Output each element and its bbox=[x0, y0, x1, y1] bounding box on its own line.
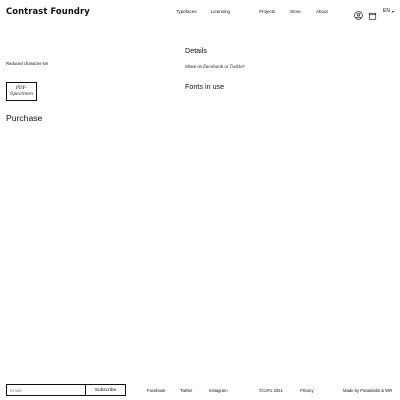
logo-word-contrast: Contrast bbox=[6, 6, 51, 16]
nav-store[interactable]: Store bbox=[290, 9, 301, 15]
footer-facebook-link[interactable]: Facebook bbox=[147, 388, 165, 393]
nav-projects[interactable]: Projects bbox=[259, 9, 275, 15]
nav-about[interactable]: About bbox=[316, 9, 328, 15]
pdf-specimen-line2: Specimen bbox=[10, 91, 33, 97]
pdf-specimen-button[interactable]: PDF- Specimen bbox=[6, 82, 37, 101]
reduced-charset-label: Reduced character set bbox=[6, 61, 49, 66]
footer-privacy-link[interactable]: Privacy bbox=[300, 388, 314, 393]
email-input[interactable] bbox=[6, 384, 85, 396]
fonts-in-use-heading: Fonts in use bbox=[185, 82, 225, 91]
language-selector[interactable]: EN bbox=[383, 8, 394, 15]
language-code: EN bbox=[383, 8, 390, 14]
details-heading: Details bbox=[185, 46, 207, 55]
nav-typefaces[interactable]: Typefaces bbox=[176, 9, 197, 15]
share-twitter-link[interactable]: Twitter bbox=[229, 64, 244, 69]
purchase-heading: Purchase bbox=[6, 113, 43, 123]
shopping-bag-icon[interactable] bbox=[368, 7, 377, 20]
footer-instagram-link[interactable]: Instagram bbox=[209, 388, 228, 393]
share-line: Share on Facebook or Twitter bbox=[185, 64, 245, 70]
nav-licensing[interactable]: Licensing bbox=[211, 9, 230, 15]
share-prefix: Share on bbox=[185, 64, 204, 69]
user-circle-icon[interactable] bbox=[354, 7, 363, 20]
share-facebook-link[interactable]: Facebook bbox=[203, 64, 223, 69]
footer-credit: Made by Potatolabs & WR bbox=[343, 388, 393, 393]
site-logo[interactable]: Contrast Foundry bbox=[6, 5, 90, 17]
footer-copyright: ©CoFo 2021 bbox=[259, 388, 283, 393]
logo-word-foundry: Foundry bbox=[50, 6, 90, 16]
subscribe-button[interactable]: Subscribe bbox=[85, 384, 126, 396]
caret-down-icon bbox=[391, 10, 394, 13]
footer-twitter-link[interactable]: Twitter bbox=[180, 388, 192, 393]
